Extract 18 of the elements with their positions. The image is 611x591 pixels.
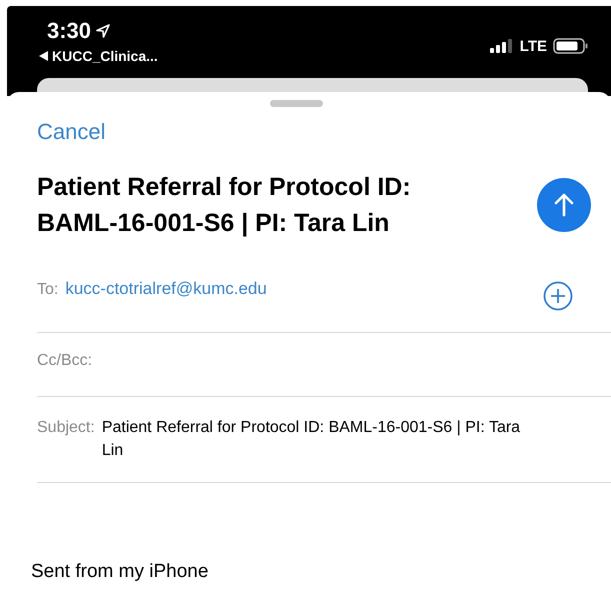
- back-triangle-icon: [39, 51, 48, 61]
- status-time: 3:30: [47, 18, 92, 44]
- back-to-app-link[interactable]: KUCC_Clinica...: [52, 48, 158, 64]
- up-arrow-icon: [553, 193, 575, 217]
- send-button[interactable]: [537, 178, 591, 232]
- field-label: Subject:: [37, 419, 95, 437]
- subject-value[interactable]: Patient Referral for Protocol ID: BAML-16-001-S6 | PI: Tara Lin: [102, 416, 522, 462]
- cancel-button[interactable]: Cancel: [37, 119, 106, 145]
- signal-icon: [490, 39, 514, 53]
- field-label: Cc/Bcc:: [37, 352, 92, 370]
- recipient-address[interactable]: kucc-ctotrialref@kumc.edu: [65, 279, 543, 299]
- network-label: LTE: [520, 38, 547, 54]
- message-title: Patient Referral for Protocol ID: BAML-16-001-S6 | PI: Tara Lin: [37, 172, 412, 239]
- battery-icon: [553, 38, 589, 54]
- location-arrow-icon: [95, 23, 112, 39]
- message-body[interactable]: Sent from my iPhone: [31, 561, 208, 583]
- field-label: To:: [37, 281, 58, 299]
- add-contact-icon[interactable]: [543, 280, 573, 310]
